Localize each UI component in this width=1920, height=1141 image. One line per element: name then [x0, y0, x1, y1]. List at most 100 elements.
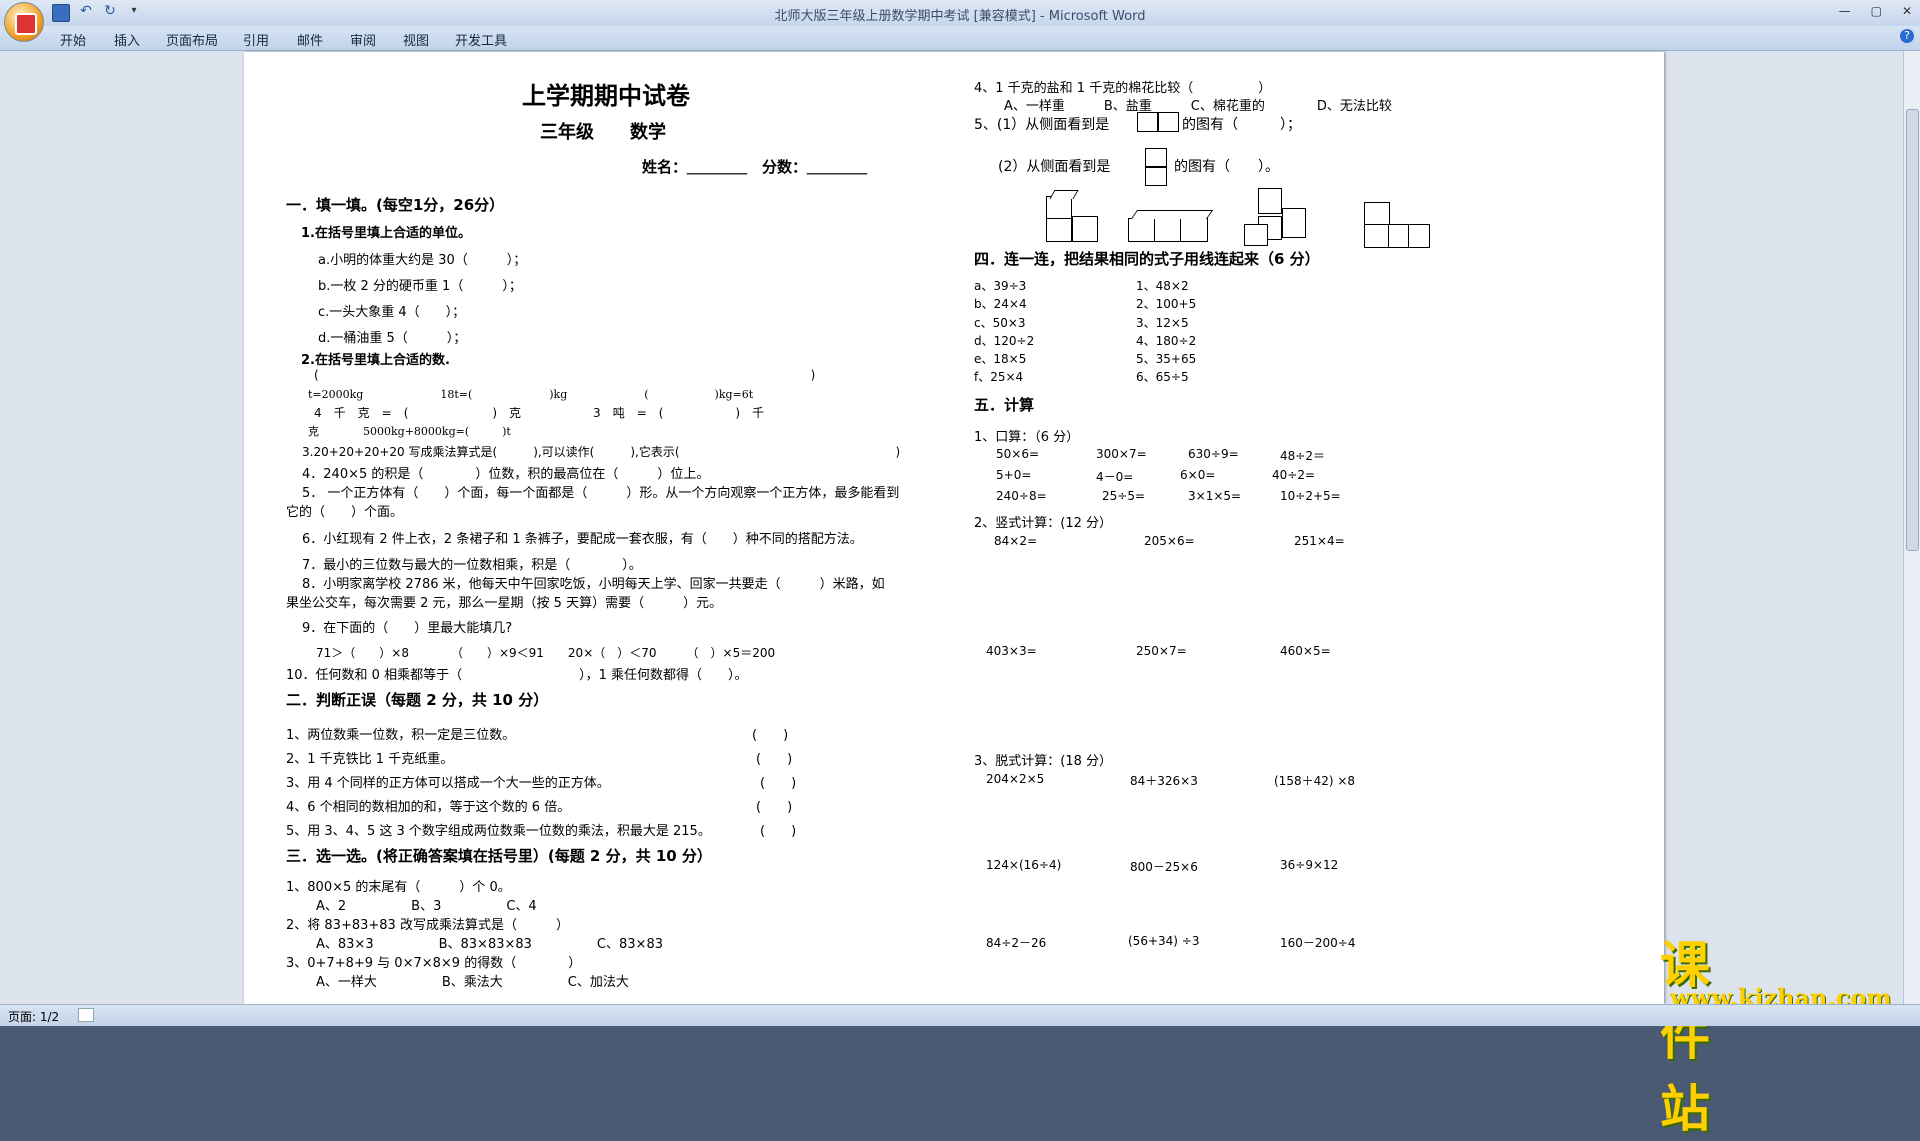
- vertical-calc-title: 2、竖式计算：(12 分）: [974, 516, 1113, 531]
- s4-right-5: 5、35+65: [1136, 352, 1197, 366]
- mixed-r1c3: (158＋42) ×8: [1274, 774, 1356, 788]
- tab-page-layout[interactable]: 页面布局: [166, 30, 218, 49]
- mixed-r1c2: 84＋326×3: [1130, 774, 1198, 788]
- s2-item-4: 4、6 个相同的数相加的和，等于这个数的 6 倍。: [286, 800, 571, 815]
- tab-developer[interactable]: 开发工具: [455, 30, 507, 49]
- page-indicator[interactable]: 页面: 1/2: [8, 1008, 59, 1025]
- oral-calc-title: 1、口算：（6 分）: [974, 430, 1080, 445]
- help-icon[interactable]: ?: [1900, 29, 1914, 43]
- s3-q5-part1-b: 的图有（ ）；: [1182, 117, 1301, 133]
- side-view-square-top: [1145, 148, 1167, 168]
- s1-q1-d: d.一桶油重 5（ ）；: [318, 331, 467, 346]
- oral-r1c4: 48÷2＝: [1280, 449, 1325, 463]
- close-button[interactable]: ✕: [1902, 4, 1912, 18]
- tab-references[interactable]: 引用: [243, 30, 269, 49]
- document-page[interactable]: 上学期期中试卷 三年级 数学 姓名：＿＿＿＿ 分数：＿＿＿＿ 一．填一填。(每空…: [244, 52, 1664, 1004]
- tab-insert[interactable]: 插入: [114, 30, 140, 49]
- s4-left-e: e、18×5: [974, 352, 1027, 366]
- s1-q1-c: c.一头大象重 4（ ）；: [318, 305, 466, 320]
- tab-home[interactable]: 开始: [60, 30, 86, 49]
- oral-r3c3: 3×1×5=: [1188, 489, 1242, 503]
- s2-item-2: 2、1 千克铁比 1 千克纸重。: [286, 752, 454, 767]
- side-view-square-left: [1137, 112, 1159, 132]
- mixed-r2c2: 800－25×6: [1130, 860, 1198, 874]
- ribbon-tabs: 开始 插入 页面布局 引用 邮件 审阅 视图 开发工具 ?: [0, 26, 1920, 51]
- s4-left-f: f、25×4: [974, 370, 1024, 384]
- s1-q7: 7．最小的三位数与最大的一位数相乘，积是（ ）。: [302, 558, 642, 573]
- oral-r3c4: 10÷2+5=: [1280, 489, 1341, 503]
- scrollbar-thumb[interactable]: [1906, 109, 1919, 551]
- s4-left-c: c、50×3: [974, 316, 1026, 330]
- mixed-calc-title: 3、脱式计算：(18 分）: [974, 754, 1113, 769]
- doc-title: 上学期期中试卷: [522, 81, 690, 110]
- oral-r1c3: 630÷9=: [1188, 447, 1239, 461]
- s2-paren-3: ( ): [760, 776, 797, 791]
- s2-paren-5: ( ): [760, 824, 797, 839]
- s4-right-3: 3、12×5: [1136, 316, 1189, 330]
- s1-q1-a: a.小明的体重大约是 30（ ）；: [318, 253, 527, 268]
- maximize-button[interactable]: ▢: [1871, 4, 1882, 18]
- tab-mailings[interactable]: 邮件: [297, 30, 323, 49]
- oral-r2c4: 40÷2=: [1272, 468, 1316, 482]
- oral-r2c3: 6×0=: [1180, 468, 1216, 482]
- tab-review[interactable]: 审阅: [350, 30, 376, 49]
- s2-item-1: 1、两位数乘一位数，积一定是三位数。: [286, 728, 516, 743]
- s3-q3-options: A、一样大 B、乘法大 C、加法大: [316, 975, 629, 990]
- s1-q10: 10．任何数和 0 相乘都等于（ ），1 乘任何数都得（ ）。: [286, 668, 748, 683]
- oral-r2c1: 5+0=: [996, 468, 1032, 482]
- s2-paren-1: ( ): [752, 728, 789, 743]
- oral-r1c2: 300×7=: [1096, 447, 1147, 461]
- vertical-r2c1: 403×3=: [986, 644, 1037, 658]
- name-score-line: 姓名：＿＿＿＿ 分数：＿＿＿＿: [642, 158, 868, 176]
- vertical-r2c3: 460×5=: [1280, 644, 1331, 658]
- mixed-r3c3: 160－200÷4: [1280, 936, 1356, 950]
- status-bar: 页面: 1/2: [0, 1004, 1920, 1026]
- minimize-button[interactable]: —: [1839, 4, 1851, 18]
- oral-r3c2: 25÷5=: [1102, 489, 1146, 503]
- s1-q2-line1: ( ): [314, 368, 816, 382]
- office-logo-icon: [15, 13, 37, 35]
- s4-right-6: 6、65÷5: [1136, 370, 1189, 384]
- s1-q9-items: 71＞（ ）×8 （ ）×9＜91 20×（ ）＜70 （ ）×5＝200: [316, 646, 776, 660]
- s4-right-1: 1、48×2: [1136, 279, 1189, 293]
- s2-paren-4: ( ): [756, 800, 793, 815]
- vertical-r2c2: 250×7=: [1136, 644, 1187, 658]
- s4-right-4: 4、180÷2: [1136, 334, 1197, 348]
- s1-q2-line2: t=2000kg 18t=( )kg ( )kg=6t: [308, 388, 754, 401]
- s1-q8-line2: 果坐公交车，每次需要 2 元，那么一星期（按 5 天算）需要（ ）元。: [286, 596, 723, 611]
- s3-q5-part1-a: 5、(1）从侧面看到是: [974, 117, 1110, 133]
- s1-q5-line2: 它的（ ）个面。: [286, 505, 404, 520]
- s1-q5-line1: 5． 一个正方体有（ ）个面，每一个面都是（ ）形。从一个方向观察一个正方体，最…: [302, 486, 900, 501]
- s3-q2: 2、将 83+83+83 改写成乘法算式是（ ）: [286, 918, 569, 933]
- s1-q6: 6．小红现有 2 件上衣，2 条裙子和 1 条裤子，要配成一套衣服，有（ ）种不…: [302, 532, 863, 547]
- side-view-square-right: [1157, 112, 1179, 132]
- s4-left-b: b、24×4: [974, 297, 1027, 311]
- s2-paren-2: ( ): [756, 752, 793, 767]
- s1-q9: 9．在下面的（ ）里最大能填几?: [302, 621, 513, 636]
- vertical-scrollbar[interactable]: [1903, 51, 1920, 1004]
- s1-q2-line4: 克 5000kg+8000kg=( )t: [308, 425, 511, 438]
- s3-q3: 3、0+7+8+9 与 0×7×8×9 的得数（ ）: [286, 956, 582, 971]
- oral-r1c1: 50×6=: [996, 447, 1040, 461]
- s1-q4: 4．240×5 的积是（ ）位数，积的最高位在（ ）位上。: [302, 467, 710, 482]
- tab-view[interactable]: 视图: [403, 30, 429, 49]
- section-4-heading: 四．连一连，把结果相同的式子用线连起来（6 分）: [974, 250, 1320, 268]
- section-5-heading: 五．计算: [974, 396, 1035, 414]
- mixed-r3c1: 84÷2－26: [986, 936, 1047, 950]
- mixed-r2c3: 36÷9×12: [1280, 858, 1339, 872]
- vertical-r1c1: 84×2=: [994, 534, 1038, 548]
- s3-q5-part2-a: (2）从侧面看到是: [998, 159, 1111, 175]
- window-title: 北师大版三年级上册数学期中考试 [兼容模式] - Microsoft Word: [774, 9, 1146, 24]
- s3-q1: 1、800×5 的末尾有（ ）个 0。: [286, 880, 511, 895]
- s3-q1-options: A、2 B、3 C、4: [316, 899, 537, 914]
- title-bar: ↶ ↻ ▾ 北师大版三年级上册数学期中考试 [兼容模式] - Microsoft…: [0, 0, 1920, 26]
- s1-q1-title: 1.在括号里填上合适的单位。: [301, 226, 471, 241]
- s2-item-5: 5、用 3、4、5 这 3 个数字组成两位数乘一位数的乘法，积最大是 215。: [286, 824, 711, 839]
- s4-right-2: 2、100+5: [1136, 297, 1197, 311]
- s1-q1-b: b.一枚 2 分的硬币重 1（ ）；: [318, 279, 522, 294]
- window-controls: — ▢ ✕: [1839, 4, 1912, 18]
- proofing-icon[interactable]: [78, 1008, 94, 1022]
- s4-left-a: a、39÷3: [974, 279, 1027, 293]
- office-button[interactable]: [4, 2, 44, 42]
- mixed-r1c1: 204×2×5: [986, 772, 1045, 786]
